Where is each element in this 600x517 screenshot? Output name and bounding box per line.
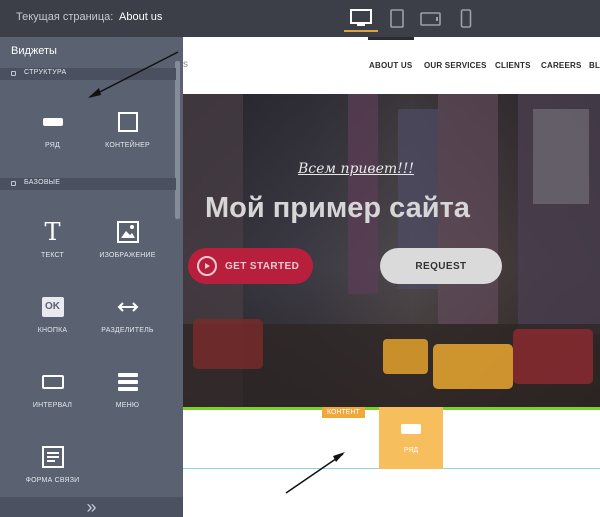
nav-about-us[interactable]: ABOUT US: [369, 61, 412, 70]
phone-icon: [460, 9, 472, 28]
widget-menu-label: МЕНЮ: [115, 402, 140, 409]
widget-text[interactable]: T ТЕКСТ: [15, 218, 90, 280]
widget-contact-form-label: ФОРМА СВЯЗИ: [25, 477, 80, 484]
hero-billboard: [533, 109, 589, 204]
image-icon: [116, 221, 139, 243]
divider-arrows-icon: [117, 302, 138, 312]
nav-blog-partial[interactable]: BL: [589, 61, 600, 70]
widget-row-label: РЯД: [45, 142, 60, 149]
double-chevron-right-icon: »: [86, 497, 97, 517]
device-tablet-landscape-button[interactable]: [414, 6, 448, 32]
text-icon: T: [44, 218, 61, 246]
nav-active-indicator: [368, 37, 414, 40]
content-badge: КОНТЕНТ: [322, 407, 365, 418]
device-phone-button[interactable]: [449, 6, 483, 32]
widget-divider-label: РАЗДЕЛИТЕЛЬ: [101, 327, 154, 334]
site-nav: s ABOUT US OUR SERVICES CLIENTS CAREERS …: [183, 37, 600, 94]
site-logo-partial: s: [183, 59, 188, 70]
nav-clients[interactable]: CLIENTS: [495, 61, 531, 70]
panel-title: Виджеты: [11, 45, 57, 57]
widget-button[interactable]: OK КНОПКА: [15, 295, 90, 355]
widget-spacer-label: ИНТЕРВАЛ: [32, 402, 73, 409]
hero-greeting[interactable]: Всем привет!!!: [183, 161, 529, 177]
get-started-button[interactable]: GET STARTED: [188, 248, 313, 284]
tablet-landscape-icon: [420, 12, 441, 26]
widget-row[interactable]: РЯД: [15, 110, 90, 170]
request-button[interactable]: REQUEST: [380, 248, 502, 284]
desktop-icon: [350, 9, 372, 26]
dropped-row-widget[interactable]: РЯД: [379, 407, 443, 469]
tablet-portrait-icon: [390, 9, 404, 28]
widget-contact-form[interactable]: ФОРМА СВЯЗИ: [15, 445, 90, 505]
widget-divider[interactable]: РАЗДЕЛИТЕЛЬ: [90, 295, 165, 355]
button-ok-icon: OK: [41, 297, 64, 317]
play-icon: [197, 256, 217, 276]
menu-icon: [117, 373, 138, 391]
widget-text-label: ТЕКСТ: [40, 252, 65, 259]
dropped-row-label: РЯД: [403, 447, 419, 454]
panel-scrollbar[interactable]: [175, 61, 180, 219]
panel-collapse-button[interactable]: »: [0, 497, 183, 517]
section-basic-label: БАЗОВЫЕ: [24, 179, 61, 186]
widget-menu[interactable]: МЕНЮ: [90, 370, 165, 430]
section-structure-label: СТРУКТУРА: [24, 69, 67, 76]
hero-car: [193, 319, 263, 369]
hero-taxi: [383, 339, 428, 374]
row-icon: [401, 424, 421, 434]
widget-spacer[interactable]: ИНТЕРВАЛ: [15, 370, 90, 430]
hero-taxi: [433, 344, 513, 389]
widget-button-label: КНОПКА: [37, 327, 68, 334]
widget-container-label: КОНТЕЙНЕР: [105, 142, 150, 149]
widgets-panel: Виджеты СТРУКТУРА РЯД КОНТЕЙНЕР БАЗОВЫЕ …: [0, 37, 183, 517]
content-section[interactable]: КОНТЕНТ РЯД: [183, 407, 600, 469]
widget-image-label: ИЗОБРАЖЕНИЕ: [99, 252, 156, 259]
hero-car: [513, 329, 593, 384]
spacer-icon: [41, 375, 64, 389]
current-page-label: Текущая страница:: [16, 11, 114, 23]
top-bar: Текущая страница: About us: [0, 0, 600, 37]
section-collapse-icon: [11, 71, 16, 76]
hero-section: Всем привет!!! Мой пример сайта GET STAR…: [183, 94, 600, 407]
section-basic[interactable]: БАЗОВЫЕ: [0, 178, 176, 190]
contact-form-icon: [41, 446, 64, 468]
section-structure[interactable]: СТРУКТУРА: [0, 68, 176, 80]
section-collapse-icon: [11, 181, 16, 186]
get-started-label: GET STARTED: [225, 260, 300, 272]
site-preview[interactable]: s ABOUT US OUR SERVICES CLIENTS CAREERS …: [183, 37, 600, 517]
row-icon: [42, 118, 63, 126]
device-desktop-button[interactable]: [344, 6, 378, 32]
widget-container[interactable]: КОНТЕЙНЕР: [90, 110, 165, 170]
widget-image[interactable]: ИЗОБРАЖЕНИЕ: [90, 220, 165, 280]
container-icon: [117, 112, 138, 132]
device-tablet-portrait-button[interactable]: [380, 6, 414, 32]
nav-our-services[interactable]: OUR SERVICES: [424, 61, 487, 70]
nav-careers[interactable]: CAREERS: [541, 61, 582, 70]
hero-title[interactable]: Мой пример сайта: [205, 192, 470, 225]
current-page-value[interactable]: About us: [119, 11, 162, 23]
